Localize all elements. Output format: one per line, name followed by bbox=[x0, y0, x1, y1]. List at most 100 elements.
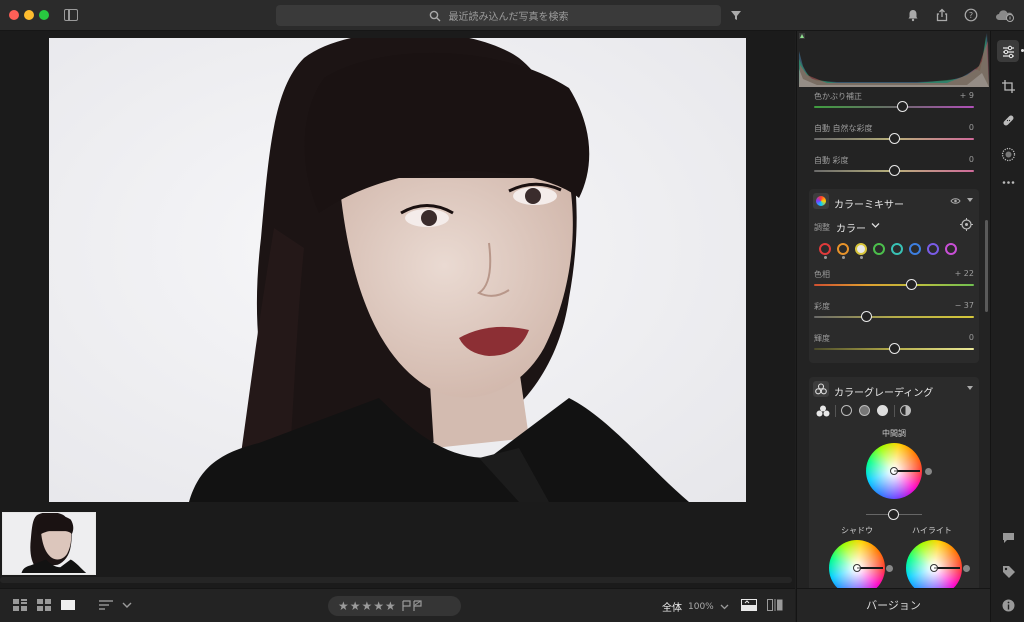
tint-label: 色かぶり補正 bbox=[814, 92, 862, 101]
target-adjust-icon[interactable] bbox=[960, 218, 973, 231]
three-way-view-icon[interactable] bbox=[816, 405, 830, 417]
shadows-view-icon[interactable] bbox=[841, 405, 852, 416]
color-grading-card: カラーグレーディング 中間調 シャドウ ハイライト bbox=[809, 377, 979, 588]
vibrance-value[interactable]: 0 bbox=[969, 123, 974, 132]
color-swatch[interactable] bbox=[909, 243, 921, 255]
tint-value[interactable]: + 9 bbox=[960, 91, 974, 100]
luminance-knob[interactable] bbox=[888, 343, 900, 354]
versions-button[interactable]: バージョン bbox=[796, 588, 990, 622]
before-after-icon[interactable] bbox=[741, 599, 757, 611]
search-input[interactable]: 最近読み込んだ写真を検索 bbox=[276, 5, 721, 26]
photo-thumbnail[interactable] bbox=[2, 512, 96, 575]
keyword-tag-icon[interactable] bbox=[997, 560, 1019, 582]
compare-view-icon[interactable] bbox=[767, 599, 783, 611]
edit-panel: 色かぶり補正 + 9 自動 自然な彩度 0 自動 彩度 0 カラーミキサー 調整… bbox=[796, 31, 990, 588]
hue-track[interactable] bbox=[814, 284, 974, 286]
bell-icon[interactable] bbox=[906, 8, 920, 22]
midtones-luminance-knob[interactable] bbox=[888, 509, 899, 520]
close-window-button[interactable] bbox=[9, 10, 19, 20]
collapse-caret-icon[interactable] bbox=[967, 198, 973, 202]
midtones-wheel-knob[interactable] bbox=[890, 467, 898, 475]
color-mixer-title[interactable]: カラーミキサー bbox=[834, 196, 904, 211]
more-options-icon[interactable] bbox=[997, 171, 1019, 193]
hue-value[interactable]: + 22 bbox=[955, 269, 974, 278]
zoom-control[interactable]: 全体 100% bbox=[662, 599, 729, 614]
photo-canvas[interactable] bbox=[0, 31, 795, 510]
color-swatch[interactable] bbox=[891, 243, 903, 255]
chevron-down-icon[interactable] bbox=[122, 599, 132, 611]
help-icon[interactable]: ? bbox=[964, 8, 978, 22]
histogram bbox=[797, 31, 990, 89]
midtones-label: 中間調 bbox=[882, 429, 906, 438]
filter-icon[interactable] bbox=[729, 8, 743, 22]
saturation-auto-value[interactable]: 0 bbox=[969, 155, 974, 164]
filmstrip-scrollbar[interactable] bbox=[0, 577, 792, 583]
grid-view-icon[interactable] bbox=[13, 599, 27, 611]
saturation-label: 彩度 bbox=[814, 302, 830, 311]
zoom-chevron-down-icon[interactable] bbox=[720, 603, 729, 611]
minimize-window-button[interactable] bbox=[24, 10, 34, 20]
hue-knob[interactable] bbox=[906, 279, 918, 290]
collapse-caret-icon[interactable] bbox=[967, 386, 973, 390]
vibrance-knob[interactable] bbox=[888, 133, 900, 144]
saturation-auto-label: 自動 彩度 bbox=[814, 156, 849, 165]
maximize-window-button[interactable] bbox=[39, 10, 49, 20]
midtones-view-icon[interactable] bbox=[859, 405, 870, 416]
saturation-value[interactable]: − 37 bbox=[955, 301, 974, 310]
comments-icon[interactable] bbox=[997, 526, 1019, 548]
saturation-mixer-track[interactable] bbox=[814, 316, 974, 318]
bottom-toolbar: ★★★★★ 全体 100% bbox=[0, 588, 795, 622]
saturation-knob[interactable] bbox=[888, 165, 900, 176]
highlights-view-icon[interactable] bbox=[877, 405, 888, 416]
highlights-wheel-knob[interactable] bbox=[930, 564, 938, 572]
detail-view-icon[interactable] bbox=[61, 599, 75, 611]
highlights-luminance-dot[interactable] bbox=[963, 565, 970, 572]
midtones-luminance-dot[interactable] bbox=[925, 468, 932, 475]
saturation-mixer-knob[interactable] bbox=[861, 311, 873, 322]
edit-sliders-icon[interactable] bbox=[997, 40, 1019, 62]
rating-flag-controls[interactable]: ★★★★★ bbox=[328, 596, 461, 616]
title-bar: 最近読み込んだ写真を検索 ? bbox=[0, 0, 1024, 31]
search-placeholder: 最近読み込んだ写真を検索 bbox=[448, 12, 569, 23]
versions-label[interactable]: バージョン bbox=[866, 599, 921, 612]
hue-slider-row: 色相 + 22 bbox=[814, 269, 974, 295]
star-rating[interactable]: ★★★★★ bbox=[338, 599, 397, 613]
color-swatch[interactable] bbox=[837, 243, 849, 259]
shadows-wheel-knob[interactable] bbox=[853, 564, 861, 572]
color-swatch[interactable] bbox=[945, 243, 957, 255]
cloud-sync-icon[interactable] bbox=[995, 8, 1015, 22]
color-swatches bbox=[819, 243, 957, 259]
filmstrip bbox=[0, 510, 795, 588]
adjust-chevron-down-icon[interactable] bbox=[871, 222, 880, 229]
global-view-icon[interactable] bbox=[900, 405, 911, 416]
zoom-percent[interactable]: 100% bbox=[688, 602, 714, 612]
hue-label: 色相 bbox=[814, 270, 830, 279]
healing-brush-icon[interactable] bbox=[997, 109, 1019, 131]
info-icon[interactable] bbox=[997, 594, 1019, 616]
adjust-label: 調整 bbox=[814, 223, 830, 232]
tint-slider-row: 色かぶり補正 + 9 bbox=[814, 91, 974, 117]
color-swatch[interactable] bbox=[927, 243, 939, 255]
color-swatch[interactable] bbox=[855, 243, 867, 259]
eye-icon[interactable] bbox=[950, 197, 961, 205]
zoom-fit-label[interactable]: 全体 bbox=[662, 599, 682, 614]
highlights-label: ハイライト bbox=[912, 526, 952, 535]
sidebar-toggle-icon[interactable] bbox=[64, 9, 78, 21]
adjust-dropdown[interactable]: カラー bbox=[836, 220, 866, 235]
luminance-value[interactable]: 0 bbox=[969, 333, 974, 342]
color-swatch[interactable] bbox=[819, 243, 831, 259]
tint-knob[interactable] bbox=[896, 101, 908, 112]
sort-icon[interactable] bbox=[99, 599, 115, 611]
color-grading-title[interactable]: カラーグレーディング bbox=[834, 384, 933, 399]
color-swatch[interactable] bbox=[873, 243, 885, 255]
square-grid-view-icon[interactable] bbox=[37, 599, 51, 611]
tint-track[interactable] bbox=[814, 106, 974, 108]
flag-pick-icon[interactable] bbox=[401, 600, 423, 612]
crop-rotate-icon[interactable] bbox=[997, 75, 1019, 97]
shadows-luminance-dot[interactable] bbox=[886, 565, 893, 572]
share-icon[interactable] bbox=[935, 8, 949, 22]
luminance-slider-row: 輝度 0 bbox=[814, 333, 974, 359]
panel-scrollbar[interactable] bbox=[985, 220, 988, 312]
color-mixer-icon bbox=[813, 193, 829, 209]
masking-icon[interactable] bbox=[997, 143, 1019, 165]
